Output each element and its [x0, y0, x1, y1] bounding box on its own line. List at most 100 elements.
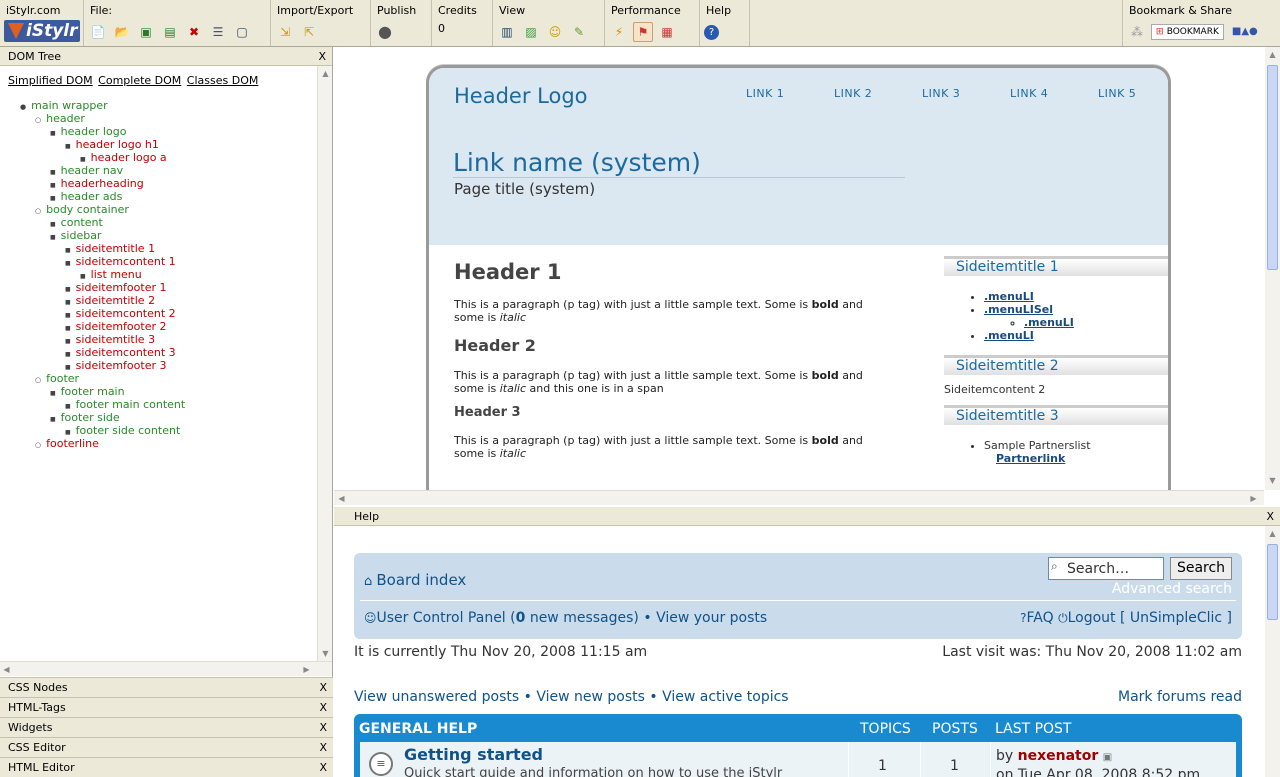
panel-widgets[interactable]: Widgets X — [0, 717, 333, 737]
tab-classes-dom[interactable]: Classes DOM — [187, 74, 259, 87]
bookmark-button[interactable]: ⊞ BOOKMARK — [1151, 24, 1224, 40]
publish-icon[interactable]: ● — [375, 22, 395, 42]
dom-tree-scrollbar[interactable]: ▲ ▼ — [317, 66, 332, 661]
dom-tree-hscrollbar[interactable]: ◀ ▶ — [0, 661, 332, 676]
istylr-logo[interactable]: iStylr — [4, 20, 80, 42]
credits-label: Credits — [438, 4, 477, 17]
tab-complete-dom[interactable]: Complete DOM — [98, 74, 181, 87]
new-file-icon[interactable]: 📄 — [88, 22, 108, 42]
span-text: and this one is in a span — [526, 382, 664, 395]
panel-css-editor[interactable]: CSS Editor X — [0, 737, 333, 757]
image-icon[interactable]: ▨ — [521, 22, 541, 42]
menu-link[interactable]: .menuLI — [1024, 316, 1074, 329]
board-navbar: ⌂ Board index ⌕ Search… Search Advanced s… — [354, 553, 1242, 639]
last-post-author[interactable]: nexenator — [1018, 748, 1099, 764]
dom-tree-node-label: sideitemcontent 3 — [75, 346, 176, 359]
partner-link[interactable]: Partnerlink — [996, 452, 1065, 465]
menu-link-selected[interactable]: .menuLISel — [984, 303, 1053, 316]
mark-forums-read-link[interactable]: Mark forums read — [1118, 689, 1242, 705]
faq-link[interactable]: FAQ — [1027, 610, 1054, 626]
panel-html-tags[interactable]: HTML-Tags X — [0, 697, 333, 717]
properties-icon[interactable]: ☰ — [208, 22, 228, 42]
col-last-post: LAST POST — [995, 721, 1072, 737]
scroll-right-icon[interactable]: ▶ — [299, 662, 314, 677]
scroll-left-icon[interactable]: ◀ — [0, 662, 14, 677]
lightning-icon[interactable]: ⚡ — [609, 22, 629, 42]
nav-link-2[interactable]: LINK 2 — [834, 87, 872, 100]
header-logo[interactable]: Header Logo — [454, 84, 588, 108]
layout-icon[interactable]: ▥ — [497, 22, 517, 42]
cache-icon[interactable]: ⚑ — [633, 22, 653, 42]
dom-tree-node[interactable]: ○ footerline — [35, 437, 99, 452]
close-icon[interactable]: X — [319, 698, 327, 717]
search-input[interactable]: ⌕ Search… — [1048, 557, 1164, 580]
forum-row[interactable]: ≡ Getting started Quick start guide and … — [360, 742, 1236, 777]
open-folder-icon[interactable]: 📂 — [112, 22, 132, 42]
dom-tree-node-label: footer — [46, 372, 80, 385]
view-latest-post-icon[interactable]: ▣ — [1103, 752, 1112, 763]
tab-simplified-dom[interactable]: Simplified DOM — [8, 74, 93, 87]
toolbar-group-site: iStylr.com iStylr — [0, 0, 84, 46]
help-vscrollbar[interactable]: ▲ — [1265, 526, 1280, 777]
user-control-panel-link[interactable]: ☺User Control Panel (0 new messages) • V… — [364, 610, 767, 626]
scroll-thumb[interactable] — [1267, 544, 1278, 620]
delete-icon[interactable]: ✖ — [184, 22, 204, 42]
nav-link-5[interactable]: LINK 5 — [1098, 87, 1136, 100]
preview-sidebar[interactable]: Sideitemtitle 1 .menuLI .menuLISel .menu… — [944, 256, 1168, 465]
unanswered-posts-link[interactable]: View unanswered posts — [354, 689, 519, 705]
active-topics-link[interactable]: View active topics — [662, 689, 789, 705]
new-posts-link[interactable]: View new posts — [536, 689, 645, 705]
panel-html-editor[interactable]: HTML Editor X — [0, 757, 333, 777]
dom-tree-node-label: sideitemcontent 1 — [75, 255, 176, 268]
save-as-icon[interactable]: ▤ — [160, 22, 180, 42]
social-icons[interactable]: ■▲● — [1228, 22, 1262, 42]
scroll-thumb[interactable] — [1267, 65, 1278, 270]
advanced-search-link[interactable]: Advanced search — [1112, 581, 1232, 597]
preview-content[interactable]: Header 1 This is a paragraph (p tag) wit… — [454, 260, 894, 460]
close-icon[interactable]: X — [1266, 507, 1274, 526]
close-icon[interactable]: X — [319, 718, 327, 737]
view-your-posts-link[interactable]: View your posts — [656, 610, 767, 626]
close-icon[interactable]: X — [319, 678, 327, 697]
forum-name-link[interactable]: Getting started — [404, 745, 543, 764]
preview-header[interactable]: Header Logo LINK 1 LINK 2 LINK 3 LINK 4 … — [429, 68, 1168, 245]
import-export-label: Import/Export — [277, 4, 354, 17]
scroll-up-icon[interactable]: ▲ — [318, 66, 333, 81]
list-item: Sample PartnerslistPartnerlink — [984, 439, 1168, 465]
sideitem-title-2[interactable]: Sideitemtitle 2 — [944, 355, 1168, 375]
logout-link[interactable]: Logout [ UnSimpleClic ] — [1068, 610, 1232, 626]
search-button[interactable]: Search — [1170, 557, 1232, 580]
scroll-down-icon[interactable]: ▼ — [1265, 473, 1280, 488]
menu-link[interactable]: .menuLI — [984, 290, 1034, 303]
help-icon[interactable]: ? — [704, 25, 719, 40]
board-index-link[interactable]: ⌂ Board index — [364, 571, 466, 589]
share-icon[interactable]: ⁂ — [1127, 22, 1147, 42]
preview-hscrollbar[interactable]: ◀ ▶ — [334, 490, 1264, 505]
panel-css-nodes[interactable]: CSS Nodes X — [0, 677, 333, 697]
scroll-up-icon[interactable]: ▲ — [1265, 526, 1280, 541]
sideitem-title-3[interactable]: Sideitemtitle 3 — [944, 405, 1168, 425]
menu-link[interactable]: .menuLI — [984, 329, 1034, 342]
edit-icon[interactable]: ✎ — [569, 22, 589, 42]
sideitem-title-1[interactable]: Sideitemtitle 1 — [944, 256, 1168, 276]
export-icon[interactable]: ⇱ — [299, 22, 319, 42]
close-icon[interactable]: X — [318, 47, 326, 66]
link-name-heading[interactable]: Link name (system) — [453, 148, 905, 178]
scroll-down-icon[interactable]: ▼ — [318, 646, 333, 661]
import-icon[interactable]: ⇲ — [275, 22, 295, 42]
close-icon[interactable]: X — [319, 758, 327, 777]
scroll-left-icon[interactable]: ◀ — [334, 491, 349, 505]
preview-window-icon[interactable]: ▢ — [232, 22, 252, 42]
preview-vscrollbar[interactable]: ▲ ▼ — [1265, 47, 1280, 490]
italic-text: italic — [499, 447, 527, 460]
scroll-up-icon[interactable]: ▲ — [1265, 47, 1280, 62]
scroll-right-icon[interactable]: ▶ — [1246, 491, 1261, 505]
user-icon[interactable]: ☺ — [545, 22, 565, 42]
save-icon[interactable]: ▣ — [136, 22, 156, 42]
nav-link-4[interactable]: LINK 4 — [1010, 87, 1048, 100]
nav-link-1[interactable]: LINK 1 — [746, 87, 784, 100]
stats-icon[interactable]: ▦ — [657, 22, 677, 42]
dom-tree-node[interactable]: ■ sideitemfooter 3 — [65, 359, 167, 374]
nav-link-3[interactable]: LINK 3 — [922, 87, 960, 100]
close-icon[interactable]: X — [319, 738, 327, 757]
